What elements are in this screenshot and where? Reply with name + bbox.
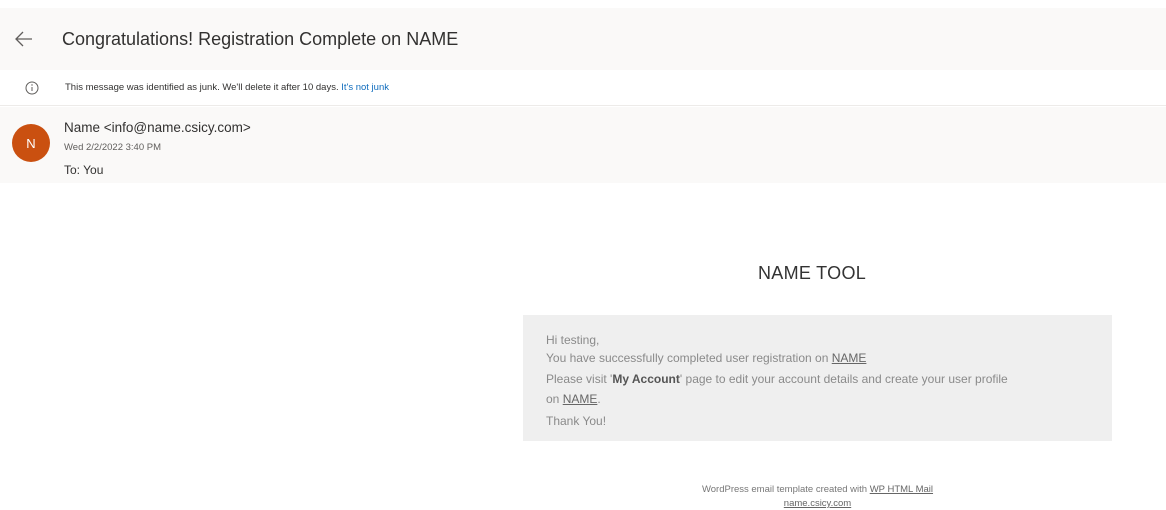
email-message-box: Hi testing, You have successfully comple… [523, 315, 1112, 441]
name-link[interactable]: NAME [832, 351, 867, 365]
message-subject: Congratulations! Registration Complete o… [62, 29, 459, 49]
junk-notice-text: This message was identified as junk. We'… [65, 82, 389, 93]
email-footer: WordPress email template created with WP… [523, 484, 1112, 495]
message-header: Congratulations! Registration Complete o… [0, 8, 1166, 70]
not-junk-link[interactable]: It's not junk [341, 82, 389, 93]
registration-line: You have successfully completed user reg… [546, 351, 866, 365]
profile-line: on NAME. [546, 392, 601, 406]
greeting-line: Hi testing, [546, 333, 600, 347]
account-text-after: ' page to edit your account details and … [679, 372, 1008, 386]
account-text-before: Please visit ' [546, 372, 613, 386]
sender-name[interactable]: Name <info@name.csicy.com> [64, 120, 251, 135]
junk-notice-bar: This message was identified as junk. We'… [0, 70, 1166, 106]
thanks-line: Thank You! [546, 414, 607, 428]
registration-text: You have successfully completed user reg… [546, 351, 829, 365]
footer-domain-line: name.csicy.com [523, 498, 1112, 509]
wp-html-mail-link[interactable]: WP HTML Mail [870, 484, 933, 495]
recipient-line: To: You [64, 163, 104, 177]
footer-text: WordPress email template created with [701, 484, 868, 495]
profile-text: on [546, 392, 560, 406]
arrow-left-icon [15, 31, 32, 47]
sender-info: N Name <info@name.csicy.com> Wed 2/2/202… [0, 107, 1166, 183]
message-date: Wed 2/2/2022 3:40 PM [64, 142, 161, 153]
email-brand-title: NAME TOOL [758, 263, 867, 283]
info-icon [25, 81, 39, 95]
my-account-text: My Account [612, 372, 680, 386]
avatar[interactable]: N [12, 124, 50, 162]
back-button[interactable] [10, 25, 38, 53]
name-link-2[interactable]: NAME [563, 392, 598, 406]
junk-notice-message: This message was identified as junk. We'… [65, 82, 339, 93]
profile-period: . [597, 392, 601, 406]
footer-domain-link[interactable]: name.csicy.com [784, 498, 851, 509]
account-line: Please visit 'My Account' page to edit y… [546, 372, 1008, 386]
